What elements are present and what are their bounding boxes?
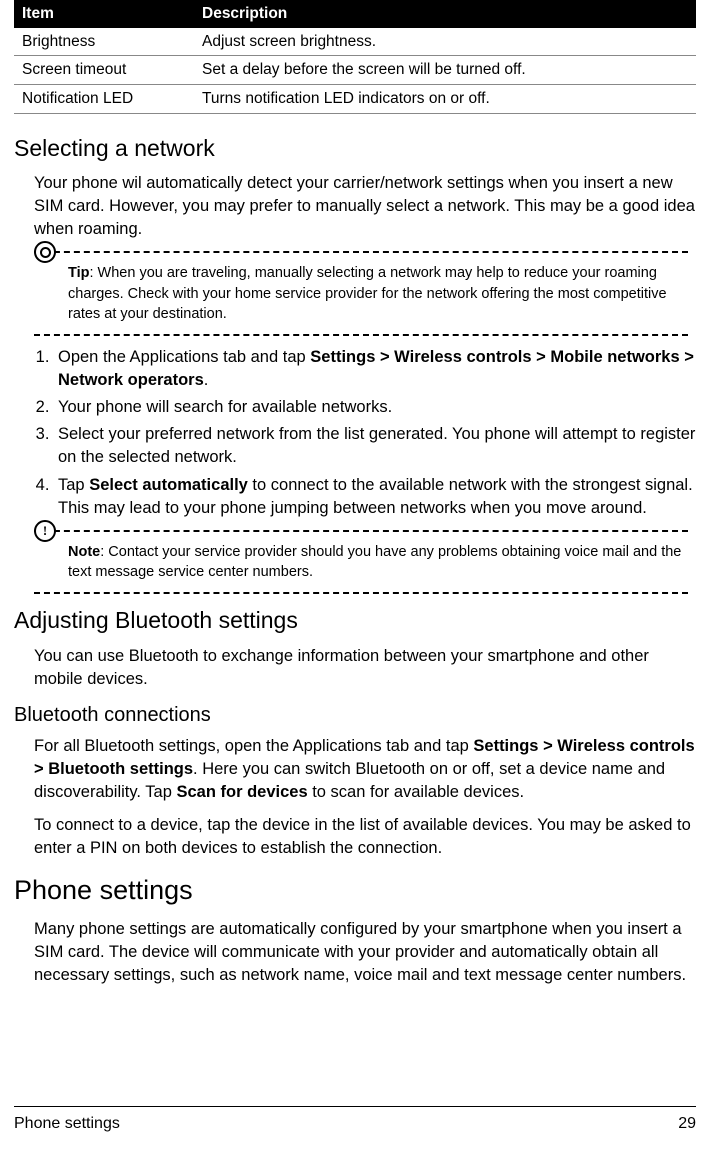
heading-phone-settings: Phone settings [14,872,696,910]
subheading-bluetooth-connections: Bluetooth connections [14,701,696,729]
bluetooth-intro: You can use Bluetooth to exchange inform… [34,645,696,691]
cell-desc: Set a delay before the screen will be tu… [194,56,696,85]
tip-text: : When you are traveling, manually selec… [68,265,667,322]
settings-table: Item Description Brightness Adjust scree… [14,0,696,114]
cell-desc: Adjust screen brightness. [194,28,696,56]
table-header-description: Description [194,0,696,28]
table-header-item: Item [14,0,194,28]
table-row: Screen timeout Set a delay before the sc… [14,56,696,85]
tip-icon [34,241,56,263]
page-footer: Phone settings 29 [14,1106,696,1135]
cell-desc: Turns notification LED indicators on or … [194,85,696,114]
heading-selecting-network: Selecting a network [14,132,696,164]
cell-item: Screen timeout [14,56,194,85]
bluetooth-connect-paragraph: To connect to a device, tap the device i… [34,814,696,860]
list-item: Your phone will search for available net… [54,396,696,419]
heading-bluetooth: Adjusting Bluetooth settings [14,604,696,636]
cell-item: Brightness [14,28,194,56]
table-row: Notification LED Turns notification LED … [14,85,696,114]
note-text: : Contact your service provider should y… [68,544,681,580]
list-item: Tap Select automatically to connect to t… [54,474,696,520]
note-label: Note [68,544,100,560]
footer-section-name: Phone settings [14,1113,120,1135]
ui-path: Select automatically [89,476,248,494]
ui-path: Scan for devices [176,783,307,801]
phone-settings-intro: Many phone settings are automatically co… [34,918,696,987]
footer-page-number: 29 [678,1113,696,1135]
table-row: Brightness Adjust screen brightness. [14,28,696,56]
list-item: Select your preferred network from the l… [54,423,696,469]
tip-label: Tip [68,265,89,281]
intro-paragraph: Your phone wil automatically detect your… [34,172,696,241]
note-icon [34,520,56,542]
steps-list: Open the Applications tab and tap Settin… [54,346,696,520]
tip-callout: Tip: When you are traveling, manually se… [34,251,688,336]
note-callout: Note: Contact your service provider shou… [34,530,688,595]
cell-item: Notification LED [14,85,194,114]
bluetooth-settings-paragraph: For all Bluetooth settings, open the App… [34,735,696,804]
list-item: Open the Applications tab and tap Settin… [54,346,696,392]
